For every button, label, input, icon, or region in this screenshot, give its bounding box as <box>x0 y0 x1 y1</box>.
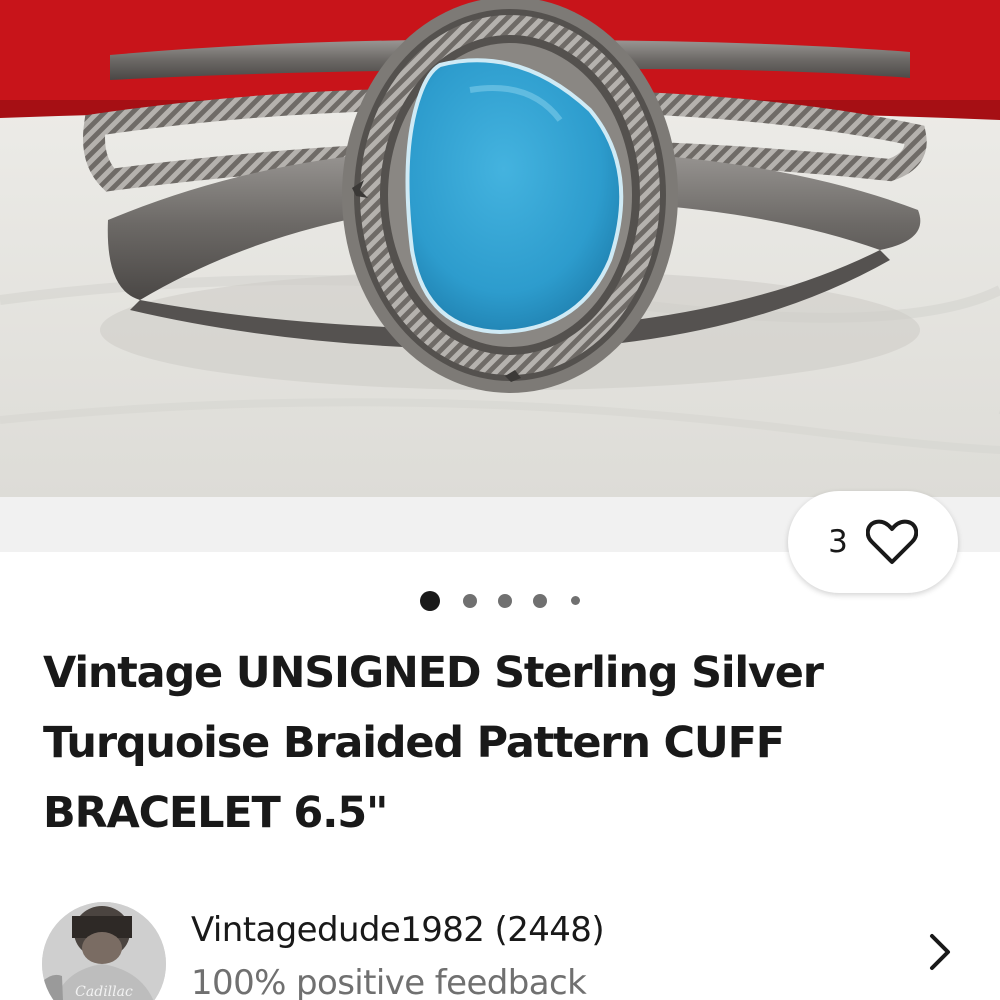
carousel-dot-1[interactable] <box>420 591 440 611</box>
seller-name: Vintagedude1982 (2448) <box>191 910 605 950</box>
listing-title: Vintage UNSIGNED Sterling Silver Turquoi… <box>43 648 824 838</box>
seller-avatar: Cadillac Wheels <box>42 902 166 1000</box>
listing-page: 3 Vintage UNSIGNED Sterling Silver Turqu… <box>0 0 1000 1000</box>
image-carousel-indicator <box>420 590 590 612</box>
carousel-dot-5[interactable] <box>571 596 580 605</box>
product-image[interactable] <box>0 0 1000 497</box>
svg-text:Cadillac: Cadillac <box>75 984 133 1000</box>
watch-count: 3 <box>828 524 848 560</box>
carousel-dot-3[interactable] <box>498 594 512 608</box>
bracelet-photo <box>0 0 1000 497</box>
seller-feedback: 100% positive feedback <box>191 963 587 1000</box>
chevron-right-icon[interactable] <box>928 932 954 972</box>
carousel-dot-2[interactable] <box>463 594 477 608</box>
carousel-dot-4[interactable] <box>533 594 547 608</box>
heart-outline-icon <box>865 519 918 565</box>
seller-info-row[interactable]: Cadillac Wheels Vintagedude1982 (2448) 1… <box>0 888 1000 1000</box>
watch-button[interactable]: 3 <box>788 491 958 593</box>
